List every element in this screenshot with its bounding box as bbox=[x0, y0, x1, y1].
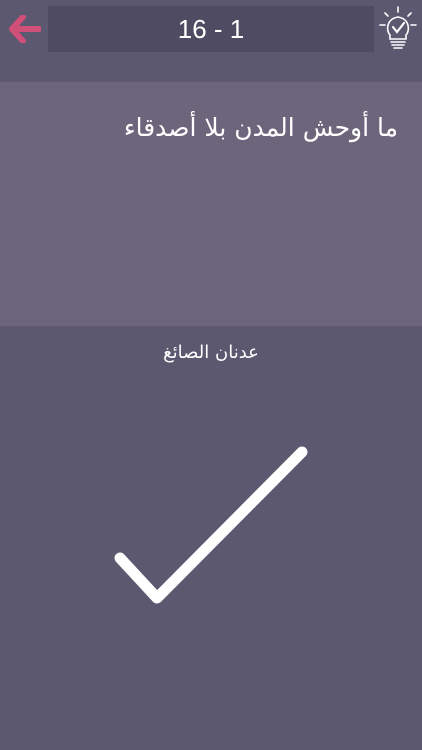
back-button[interactable] bbox=[6, 11, 44, 47]
quote-panel: ما أوحش المدن بلا أصدقاء bbox=[0, 82, 422, 326]
checkmark-icon bbox=[114, 446, 308, 604]
hint-button[interactable] bbox=[378, 5, 418, 53]
level-title: 16 - 1 bbox=[48, 6, 374, 52]
header-divider bbox=[0, 58, 422, 82]
level-label: 16 - 1 bbox=[177, 13, 245, 44]
top-bar: 16 - 1 bbox=[0, 0, 422, 58]
quote-text: ما أوحش المدن بلا أصدقاء bbox=[123, 113, 398, 142]
arrow-left-icon bbox=[9, 15, 41, 43]
quote-author: عدنان الصائغ bbox=[163, 342, 259, 363]
lightbulb-check-icon bbox=[379, 6, 417, 49]
